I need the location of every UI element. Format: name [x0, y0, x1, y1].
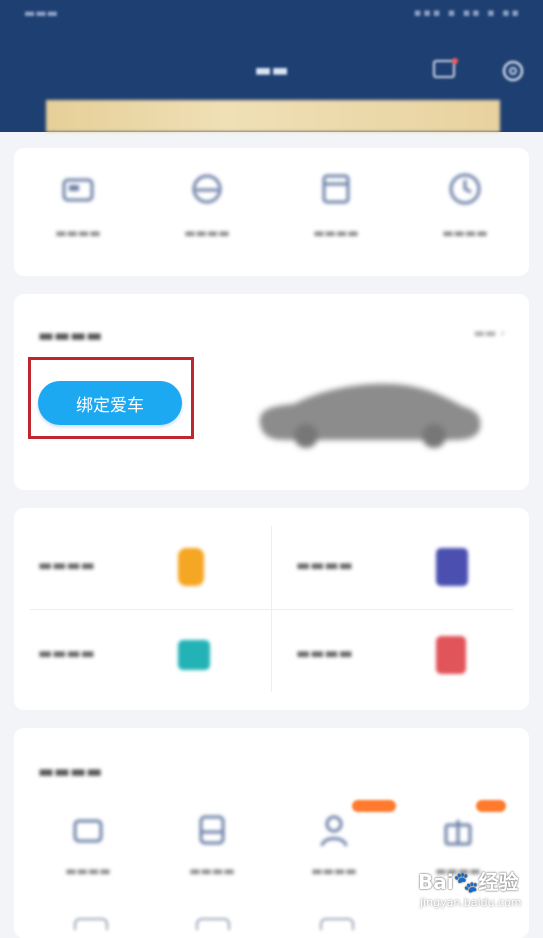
- app-icon-partial: [196, 918, 230, 930]
- app-badge: [476, 800, 506, 812]
- bus-icon: [199, 815, 225, 845]
- order-label: ▬▬▬▬: [313, 226, 359, 240]
- app-label: ▬▬▬▬: [311, 864, 357, 878]
- page-title: ▬▬: [254, 60, 289, 81]
- order-item-clock[interactable]: ▬▬▬▬: [415, 170, 515, 240]
- app-label: ▬▬▬▬: [189, 864, 235, 878]
- car-order-icon: [62, 178, 94, 202]
- divider-horizontal: [30, 609, 513, 610]
- app-icon-partial: [320, 918, 354, 930]
- mailbox-icon: [436, 636, 466, 674]
- header: ▬▬▬ ▪▪▪ ▪ ▪▪ ▪ ▪▪ ▬▬: [0, 0, 543, 132]
- my-car-more-link[interactable]: ▬▬ ›: [474, 326, 505, 340]
- app-badge: [352, 800, 396, 812]
- orders-card: ▬▬▬▬ ▬▬▬▬ ▬▬▬▬ ▬▬▬▬: [14, 148, 529, 276]
- service-item-checkin[interactable]: ▬▬▬▬: [38, 538, 238, 598]
- service-label: ▬▬▬▬: [38, 556, 95, 574]
- services-card: ▬▬▬▬ ▬▬▬▬ ▬▬▬▬ ▬▬▬▬: [14, 508, 529, 710]
- app-label: ▬▬▬▬: [65, 864, 111, 878]
- app-item-3[interactable]: ▬▬▬▬: [284, 812, 384, 878]
- order-label: ▬▬▬▬: [55, 226, 101, 240]
- order-item-helmet[interactable]: ▬▬▬▬: [157, 170, 257, 240]
- coin-icon: [178, 548, 204, 586]
- service-label: ▬▬▬▬: [296, 644, 353, 662]
- promo-banner[interactable]: [46, 100, 500, 132]
- app-item-1[interactable]: ▬▬▬▬: [38, 812, 138, 878]
- order-item-calendar[interactable]: ▬▬▬▬: [286, 170, 386, 240]
- clock-order-icon: [449, 173, 481, 205]
- app-icon-partial: [74, 918, 108, 930]
- service-label: ▬▬▬▬: [38, 644, 95, 662]
- service-item-member[interactable]: ▬▬▬▬: [38, 626, 238, 686]
- helmet-order-icon: [192, 174, 222, 204]
- message-box-icon[interactable]: [432, 58, 458, 80]
- car-silhouette: [259, 383, 481, 448]
- status-icons: ▪▪▪ ▪ ▪▪ ▪ ▪▪: [413, 6, 521, 19]
- message-icon: [73, 819, 103, 843]
- order-label: ▬▬▬▬: [442, 226, 488, 240]
- wallet-icon: [178, 640, 210, 670]
- status-bar: ▬▬▬ ▪▪▪ ▪ ▪▪ ▪ ▪▪: [0, 0, 543, 26]
- watermark: Bai🐾经验 jingyan.baidu.com: [418, 866, 528, 914]
- paw-icon: 🐾: [453, 870, 479, 894]
- person-icon: [320, 815, 348, 847]
- highlight-box: [28, 357, 194, 439]
- service-item-hall[interactable]: ▬▬▬▬: [296, 626, 496, 686]
- apps-title: ▬▬▬▬: [38, 762, 103, 782]
- gear-icon[interactable]: [499, 57, 527, 85]
- my-car-title: ▬▬▬▬: [38, 326, 103, 346]
- order-item-car[interactable]: ▬▬▬▬: [28, 170, 128, 240]
- service-item-card[interactable]: ▬▬▬▬: [296, 538, 496, 598]
- service-label: ▬▬▬▬: [296, 556, 353, 574]
- gift-icon: [444, 820, 472, 846]
- watermark-url: jingyan.baidu.com: [420, 896, 522, 909]
- watermark-brand: Bai🐾经验: [418, 870, 519, 894]
- app-item-2[interactable]: ▬▬▬▬: [162, 812, 262, 878]
- card-icon: [436, 548, 468, 586]
- calendar-order-icon: [322, 174, 350, 204]
- order-label: ▬▬▬▬: [184, 226, 230, 240]
- status-time: ▬▬▬: [24, 6, 59, 20]
